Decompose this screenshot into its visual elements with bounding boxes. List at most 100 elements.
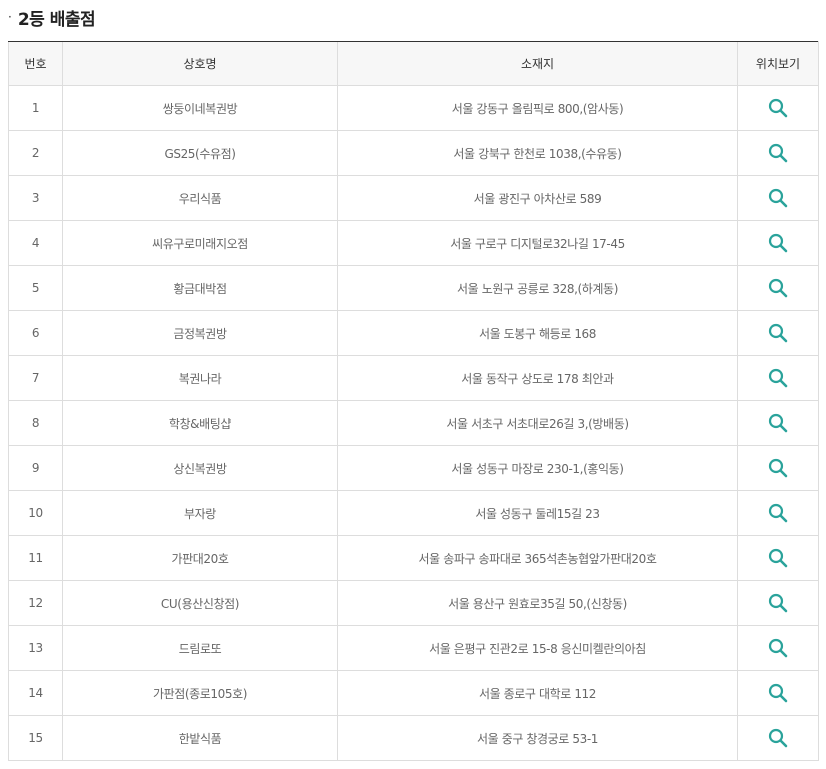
table-row: 9 상신복권방 서울 성동구 마장로 230-1,(홍익동) (8, 445, 819, 491)
table-row: 1 쌍둥이네복권방 서울 강동구 올림픽로 800,(암사동) (8, 85, 819, 131)
cell-name: 씨유구로미래지오점 (62, 220, 338, 266)
cell-location (737, 715, 819, 761)
search-icon[interactable] (768, 233, 788, 253)
search-icon[interactable] (768, 683, 788, 703)
cell-no: 9 (8, 445, 63, 491)
cell-name: 우리식품 (62, 175, 338, 221)
cell-no: 2 (8, 130, 63, 176)
cell-no: 12 (8, 580, 63, 626)
search-icon[interactable] (768, 278, 788, 298)
cell-address: 서울 구로구 디지털로32나길 17-45 (337, 220, 738, 266)
header-location: 위치보기 (737, 41, 819, 86)
cell-location (737, 625, 819, 671)
table-row: 11 가판대20호 서울 송파구 송파대로 365석촌농협앞가판대20호 (8, 535, 819, 581)
table-row: 8 학창&배팅샵 서울 서초구 서초대로26길 3,(방배동) (8, 400, 819, 446)
table-header-row: 번호 상호명 소재지 위치보기 (8, 41, 819, 86)
search-icon[interactable] (768, 458, 788, 478)
cell-no: 6 (8, 310, 63, 356)
cell-location (737, 490, 819, 536)
table-row: 13 드림로또 서울 은평구 진관2로 15-8 응신미켈란의아침 (8, 625, 819, 671)
cell-location (737, 220, 819, 266)
page-title: 2등 배출점 (17, 9, 96, 30)
cell-address: 서울 노원구 공릉로 328,(하계동) (337, 265, 738, 311)
cell-name: 가판대20호 (62, 535, 338, 581)
cell-no: 7 (8, 355, 63, 401)
cell-no: 10 (8, 490, 63, 536)
search-icon[interactable] (768, 548, 788, 568)
table-row: 3 우리식품 서울 광진구 아차산로 589 (8, 175, 819, 221)
cell-address: 서울 은평구 진관2로 15-8 응신미켈란의아침 (337, 625, 738, 671)
cell-location (737, 400, 819, 446)
cell-address: 서울 강동구 올림픽로 800,(암사동) (337, 85, 738, 131)
table-row: 4 씨유구로미래지오점 서울 구로구 디지털로32나길 17-45 (8, 220, 819, 266)
store-table: 번호 상호명 소재지 위치보기 1 쌍둥이네복권방 서울 강동구 올림픽로 800,… (8, 41, 819, 761)
table-row: 15 한밭식품 서울 중구 창경궁로 53-1 (8, 715, 819, 761)
cell-name: CU(용산신창점) (62, 580, 338, 626)
cell-name: 부자랑 (62, 490, 338, 536)
cell-name: 금정복권방 (62, 310, 338, 356)
table-body: 1 쌍둥이네복권방 서울 강동구 올림픽로 800,(암사동) 2 GS25(수유점) 서… (8, 85, 819, 761)
cell-name: 학창&배팅샵 (62, 400, 338, 446)
table-row: 6 금정복권방 서울 도봉구 해등로 168 (8, 310, 819, 356)
cell-name: 황금대박점 (62, 265, 338, 311)
section-title: · 2등 배출점 (8, 4, 96, 30)
cell-address: 서울 용산구 원효로35길 50,(신창동) (337, 580, 738, 626)
table-row: 7 복권나라 서울 동작구 상도로 178 최안과 (8, 355, 819, 401)
table-row: 10 부자랑 서울 성동구 둘레15길 23 (8, 490, 819, 536)
search-icon[interactable] (768, 188, 788, 208)
cell-no: 4 (8, 220, 63, 266)
search-icon[interactable] (768, 593, 788, 613)
cell-name: 가판점(종로105호) (62, 670, 338, 716)
cell-no: 3 (8, 175, 63, 221)
cell-no: 1 (8, 85, 63, 131)
cell-address: 서울 성동구 둘레15길 23 (337, 490, 738, 536)
table-row: 12 CU(용산신창점) 서울 용산구 원효로35길 50,(신창동) (8, 580, 819, 626)
cell-address: 서울 동작구 상도로 178 최안과 (337, 355, 738, 401)
search-icon[interactable] (768, 413, 788, 433)
header-name: 상호명 (62, 41, 338, 86)
cell-address: 서울 송파구 송파대로 365석촌농협앞가판대20호 (337, 535, 738, 581)
search-icon[interactable] (768, 503, 788, 523)
cell-address: 서울 강북구 한천로 1038,(수유동) (337, 130, 738, 176)
cell-name: 한밭식품 (62, 715, 338, 761)
cell-name: 쌍둥이네복권방 (62, 85, 338, 131)
header-no: 번호 (8, 41, 63, 86)
cell-location (737, 355, 819, 401)
cell-address: 서울 성동구 마장로 230-1,(홍익동) (337, 445, 738, 491)
cell-no: 5 (8, 265, 63, 311)
search-icon[interactable] (768, 143, 788, 163)
search-icon[interactable] (768, 728, 788, 748)
table-row: 14 가판점(종로105호) 서울 종로구 대학로 112 (8, 670, 819, 716)
cell-no: 8 (8, 400, 63, 446)
cell-location (737, 445, 819, 491)
cell-address: 서울 중구 창경궁로 53-1 (337, 715, 738, 761)
cell-location (737, 580, 819, 626)
cell-name: GS25(수유점) (62, 130, 338, 176)
search-icon[interactable] (768, 368, 788, 388)
cell-address: 서울 광진구 아차산로 589 (337, 175, 738, 221)
table-row: 5 황금대박점 서울 노원구 공릉로 328,(하계동) (8, 265, 819, 311)
cell-no: 14 (8, 670, 63, 716)
cell-location (737, 85, 819, 131)
cell-location (737, 175, 819, 221)
cell-address: 서울 도봉구 해등로 168 (337, 310, 738, 356)
table-row: 2 GS25(수유점) 서울 강북구 한천로 1038,(수유동) (8, 130, 819, 176)
cell-name: 상신복권방 (62, 445, 338, 491)
cell-address: 서울 종로구 대학로 112 (337, 670, 738, 716)
header-address: 소재지 (337, 41, 738, 86)
cell-location (737, 310, 819, 356)
cell-location (737, 535, 819, 581)
cell-no: 13 (8, 625, 63, 671)
cell-name: 복권나라 (62, 355, 338, 401)
title-bullet: · (8, 10, 12, 24)
search-icon[interactable] (768, 98, 788, 118)
cell-address: 서울 서초구 서초대로26길 3,(방배동) (337, 400, 738, 446)
cell-no: 11 (8, 535, 63, 581)
cell-location (737, 130, 819, 176)
cell-location (737, 265, 819, 311)
cell-location (737, 670, 819, 716)
search-icon[interactable] (768, 323, 788, 343)
search-icon[interactable] (768, 638, 788, 658)
cell-name: 드림로또 (62, 625, 338, 671)
cell-no: 15 (8, 715, 63, 761)
